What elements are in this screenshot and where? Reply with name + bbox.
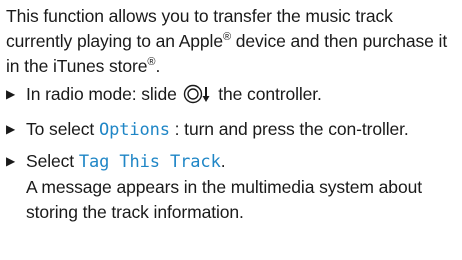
controller-slide-down-icon <box>183 84 213 111</box>
display-text-options: Options <box>98 120 170 140</box>
step-select-options: ▶ To select Options : turn and press the… <box>6 117 458 143</box>
manual-page: This function allows you to transfer the… <box>6 4 458 231</box>
step-2-text-before: To select <box>26 119 99 139</box>
triangle-bullet-icon: ▶ <box>6 122 16 136</box>
triangle-bullet-icon: ▶ <box>6 87 16 101</box>
intro-paragraph: This function allows you to transfer the… <box>6 4 458 79</box>
step-3-text-after: . <box>220 151 226 171</box>
step-3-result-text: A message appears in the multimedia syst… <box>26 177 422 222</box>
step-tag-this-track: ▶ Select Tag This Track. A message appea… <box>6 149 458 225</box>
step-3-text-before: Select <box>26 151 79 171</box>
registered-mark-1: ® <box>222 31 231 44</box>
step-slide-controller: ▶ In radio mode: slide the controller. <box>6 82 458 111</box>
display-text-tag-this-track: Tag This Track <box>78 152 221 172</box>
step-2-text-after: : turn and press the con-troller. <box>169 119 409 139</box>
triangle-bullet-icon: ▶ <box>6 154 16 168</box>
step-1-text-after: the controller. <box>213 84 322 104</box>
step-1-text-before: In radio mode: slide <box>26 84 182 104</box>
intro-text-3: . <box>155 56 161 76</box>
